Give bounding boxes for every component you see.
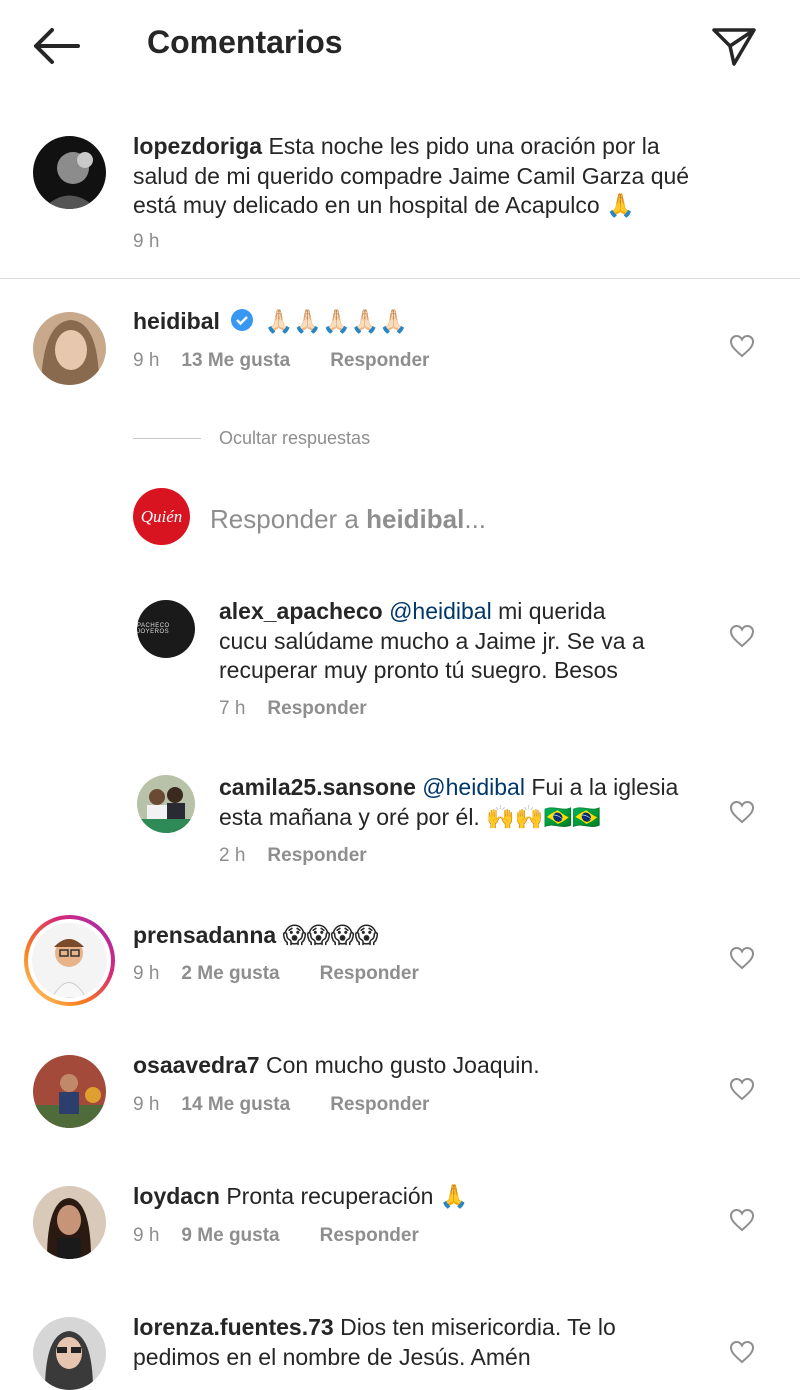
send-icon[interactable] [708,22,760,70]
reply-username[interactable]: camila25.sansone [219,774,416,800]
comment-meta: 9 h 9 Me gusta Responder [133,1225,459,1247]
avatar[interactable] [33,136,106,209]
comment-text: osaavedra7 Con mucho gusto Joaquin. [133,1052,540,1078]
divider [0,278,800,279]
avatar[interactable] [33,1186,106,1259]
comment-username[interactable]: heidibal [133,308,220,334]
verified-badge-icon [231,309,254,331]
heart-icon[interactable] [729,624,755,648]
divider-line [133,438,201,439]
likes-count[interactable]: 9 Me gusta [181,1225,279,1247]
timestamp: 7 h [219,698,246,719]
hide-replies-toggle[interactable]: Ocultar respuestas [133,428,370,449]
caption-username[interactable]: lopezdoriga [133,133,262,159]
back-arrow-icon[interactable] [30,24,86,68]
likes-count[interactable]: 14 Me gusta [181,1094,290,1116]
comment-text: heidibal 🙏🏻🙏🏻🙏🏻🙏🏻🙏🏻 [133,308,408,334]
reply-meta: 7 h Responder [219,698,407,720]
likes-count[interactable]: 2 Me gusta [181,963,279,985]
comment-username[interactable]: prensadanna [133,922,276,948]
heart-icon[interactable] [729,946,755,970]
comment-text: loydacn Pronta recuperación 🙏 [133,1183,469,1209]
timestamp: 9 h [133,1094,160,1115]
heart-icon[interactable] [729,1077,755,1101]
mention-link[interactable]: @heidibal [422,774,525,800]
reply-button[interactable]: Responder [267,698,366,720]
reply-button[interactable]: Responder [320,963,419,985]
reply-username[interactable]: alex_apacheco [219,598,383,624]
hide-replies-label: Ocultar respuestas [219,428,371,448]
timestamp: 9 h [133,350,160,371]
mention-link[interactable]: @heidibal [389,598,492,624]
avatar[interactable] [33,1317,106,1390]
comment-username[interactable]: osaavedra7 [133,1052,260,1078]
heart-icon[interactable] [729,1340,755,1364]
comment-meta: 9 h 2 Me gusta Responder [133,963,459,985]
comment-meta: 9 h 13 Me gusta Responder [133,350,469,372]
page-title: Comentarios [147,24,343,60]
reply-button[interactable]: Responder [267,845,366,867]
reply-button[interactable]: Responder [330,350,429,372]
comment-username[interactable]: lorenza.fuentes.73 [133,1314,334,1340]
timestamp: 9 h [133,1225,160,1246]
avatar[interactable] [33,1055,106,1128]
story-ring[interactable] [24,915,115,1006]
reply-button[interactable]: Responder [330,1094,429,1116]
reply-meta: 2 h Responder [219,845,407,867]
comment-username[interactable]: loydacn [133,1183,220,1209]
reply-input[interactable]: Responder a heidibal... [210,504,486,535]
reply-text: alex_apacheco @heidibal mi querida cucu … [219,598,645,683]
timestamp: 2 h [219,845,246,866]
comment-text: prensadanna 😱😱😱😱 [133,922,379,948]
avatar [32,923,107,998]
likes-count[interactable]: 13 Me gusta [181,350,290,372]
timestamp: 9 h [133,231,160,252]
avatar[interactable] [33,312,106,385]
heart-icon[interactable] [729,1208,755,1232]
comment-meta: 9 h 14 Me gusta Responder [133,1094,469,1116]
comment-text: lorenza.fuentes.73 Dios ten misericordia… [133,1314,616,1370]
reply-text: camila25.sansone @heidibal Fui a la igle… [219,774,679,830]
reply-button[interactable]: Responder [320,1225,419,1247]
caption-text: lopezdoriga Esta noche les pido una orac… [133,133,690,218]
avatar[interactable] [137,775,195,833]
caption-meta: 9 h [133,231,181,253]
current-user-avatar: Quién [133,488,190,545]
heart-icon[interactable] [729,334,755,358]
avatar[interactable]: PACHECO JOYEROS [137,600,195,658]
heart-icon[interactable] [729,800,755,824]
timestamp: 9 h [133,963,160,984]
